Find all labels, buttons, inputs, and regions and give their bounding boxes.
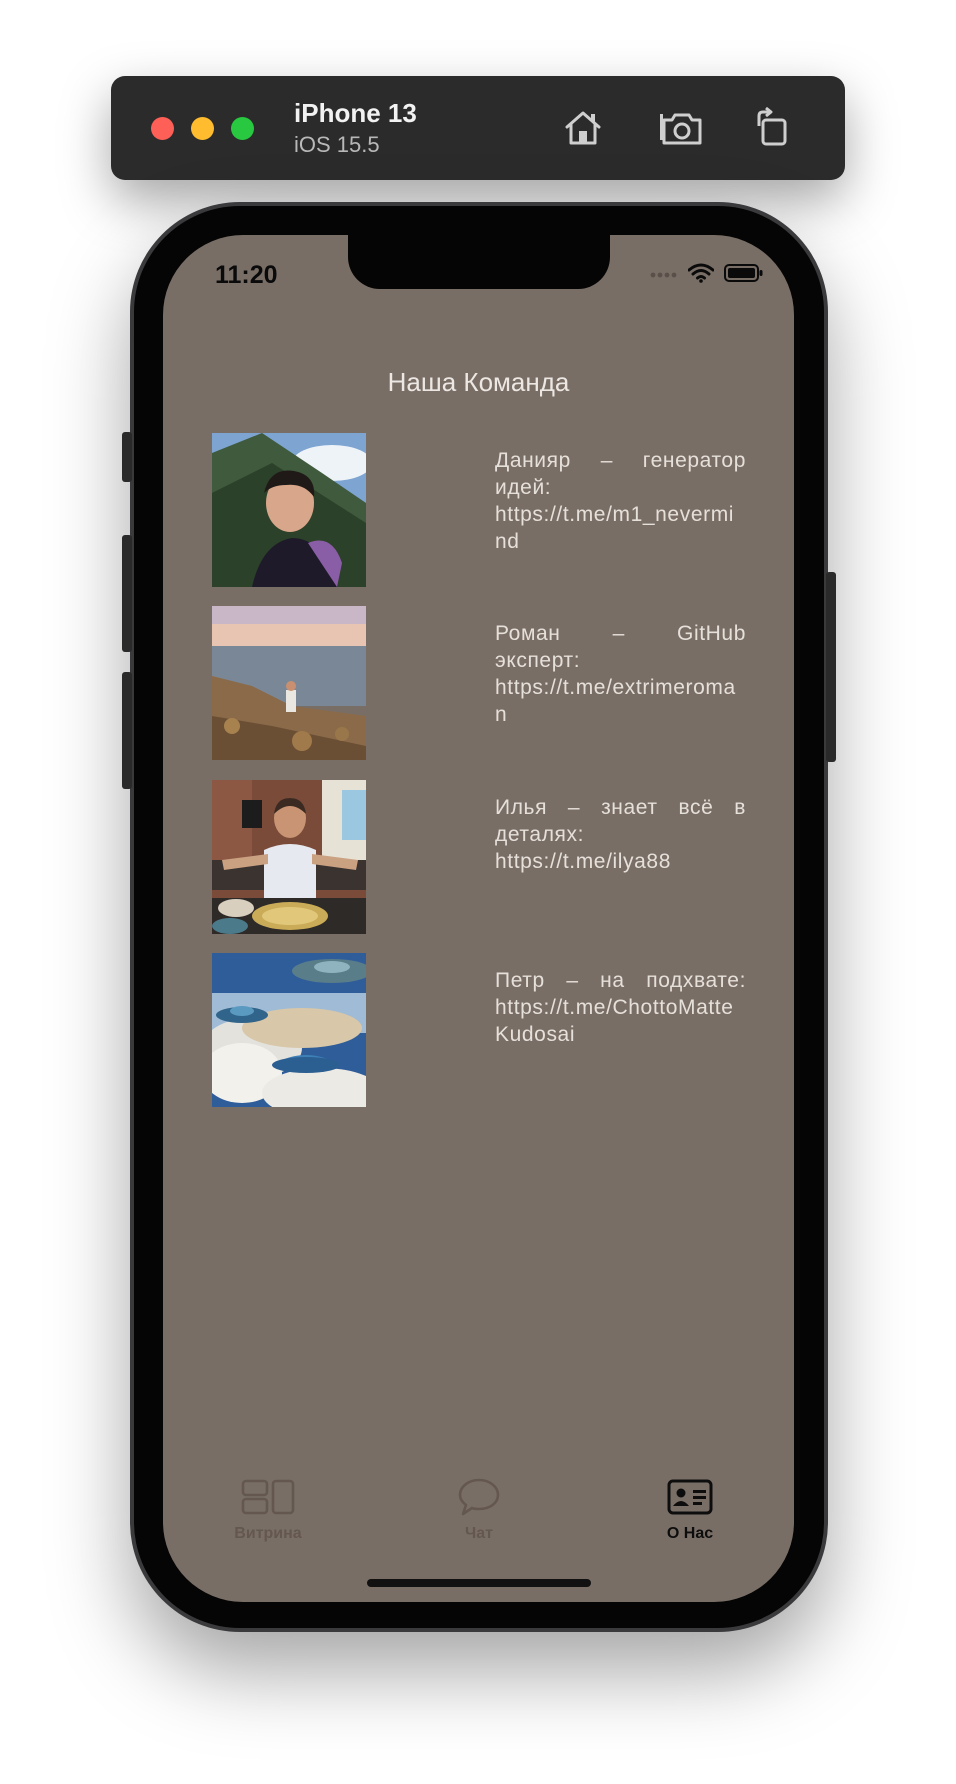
member-bio: Петр – на подхвате: https://t.me/ChottoM…: [495, 969, 746, 1046]
member-photo: [212, 780, 366, 934]
team-member-row: Роман – GitHub эксперт: https://t.me/ext…: [212, 606, 746, 760]
wifi-icon: [688, 263, 714, 283]
member-bio: Данияр – генератор идей: https://t.me/m1…: [495, 449, 746, 553]
screenshot-icon[interactable]: [660, 106, 704, 150]
tab-label: Витрина: [234, 1525, 302, 1542]
page-title: Наша Команда: [387, 367, 570, 397]
silent-switch: [122, 432, 132, 482]
contact-card-icon: [615, 1475, 765, 1519]
battery-icon: [724, 264, 763, 282]
tab-label: Чат: [465, 1525, 493, 1542]
close-window-button[interactable]: [151, 117, 174, 140]
member-bio: Илья – знает всё в деталях: https://t.me…: [495, 796, 746, 873]
signal-icon: [650, 272, 677, 278]
zoom-window-button[interactable]: [231, 117, 254, 140]
app-screen: 11:20 Наша Команда Данияр – генератор ид…: [163, 235, 794, 1602]
tab-showcase[interactable]: Витрина: [193, 1475, 343, 1543]
team-member-row: Петр – на подхвате: https://t.me/ChottoM…: [212, 953, 746, 1107]
tab-label: О Нас: [666, 1525, 714, 1542]
member-photo: [212, 433, 366, 587]
status-icons: [650, 263, 764, 283]
minimize-window-button[interactable]: [191, 117, 214, 140]
status-time: 11:20: [215, 261, 278, 289]
chat-bubble-icon: [404, 1475, 554, 1519]
tab-about-us[interactable]: О Нас: [615, 1475, 765, 1543]
simulator-toolbar: iPhone 13 iOS 15.5: [111, 76, 845, 180]
device-os-version: iOS 15.5: [294, 132, 380, 157]
volume-down-button: [122, 672, 132, 789]
showcase-icon: [193, 1475, 343, 1519]
member-bio: Роман – GitHub эксперт: https://t.me/ext…: [495, 622, 746, 726]
power-button: [826, 572, 836, 762]
notch: [348, 235, 610, 289]
team-member-row: Данияр – генератор идей: https://t.me/m1…: [212, 433, 746, 587]
home-indicator[interactable]: [367, 1579, 591, 1587]
volume-up-button: [122, 535, 132, 652]
member-photo: [212, 606, 366, 760]
team-member-row: Илья – знает всё в деталях: https://t.me…: [212, 780, 746, 934]
device-name: iPhone 13: [294, 98, 417, 128]
tab-bar: Витрина Чат О Нас: [163, 1475, 794, 1555]
tab-chat[interactable]: Чат: [404, 1475, 554, 1543]
member-photo: [212, 953, 366, 1107]
rotate-icon[interactable]: [751, 106, 795, 150]
home-icon[interactable]: [561, 106, 605, 150]
